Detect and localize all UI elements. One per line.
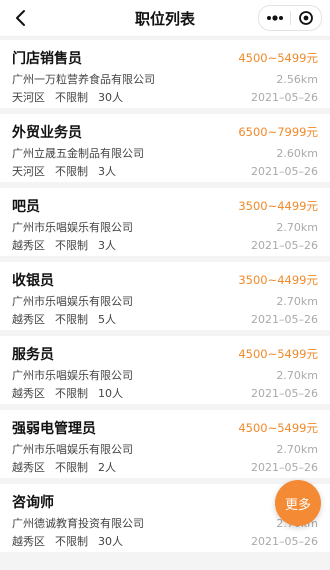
job-meta: 越秀区 不限制 2人 bbox=[12, 459, 126, 475]
job-district: 越秀区 bbox=[12, 313, 45, 326]
job-date: 2021–05–26 bbox=[251, 312, 318, 326]
job-card[interactable]: 外贸业务员 6500~7999元 广州立晟五金制品有限公司 2.60km 天河区… bbox=[0, 114, 330, 182]
company-name: 广州立晟五金制品有限公司 bbox=[12, 147, 144, 160]
job-education: 不限制 bbox=[55, 535, 88, 548]
job-title: 咨询师 bbox=[12, 495, 54, 511]
job-title: 门店销售员 bbox=[12, 51, 82, 67]
job-distance: 2.60km bbox=[276, 146, 318, 160]
job-salary: 3500~4499元 bbox=[238, 199, 318, 213]
company-name: 广州市乐唱娱乐有限公司 bbox=[12, 295, 133, 308]
job-education: 不限制 bbox=[55, 91, 88, 104]
job-salary: 4500~5499元 bbox=[238, 51, 318, 65]
page-title: 职位列表 bbox=[134, 9, 195, 28]
more-dots-icon[interactable] bbox=[259, 6, 290, 30]
job-salary: 4500~5499元 bbox=[238, 347, 318, 361]
job-district: 越秀区 bbox=[12, 461, 45, 474]
job-headcount: 3人 bbox=[98, 165, 116, 178]
job-title: 收银员 bbox=[12, 273, 54, 289]
job-education: 不限制 bbox=[55, 165, 88, 178]
job-list: 门店销售员 4500~5499元 广州一万粒营养食品有限公司 2.56km 天河… bbox=[0, 40, 330, 558]
job-card[interactable]: 服务员 4500~5499元 广州市乐唱娱乐有限公司 2.70km 越秀区 不限制… bbox=[0, 336, 330, 404]
job-date: 2021–05–26 bbox=[251, 164, 318, 178]
job-distance: 2.70km bbox=[276, 294, 318, 308]
job-headcount: 2人 bbox=[98, 461, 116, 474]
job-district: 越秀区 bbox=[12, 239, 45, 252]
job-education: 不限制 bbox=[55, 239, 88, 252]
job-headcount: 3人 bbox=[98, 239, 116, 252]
job-title: 吧员 bbox=[12, 199, 40, 215]
job-salary: 6500~7999元 bbox=[238, 125, 318, 139]
job-education: 不限制 bbox=[55, 461, 88, 474]
job-education: 不限制 bbox=[55, 313, 88, 326]
job-meta: 越秀区 不限制 10人 bbox=[12, 385, 133, 401]
job-district: 越秀区 bbox=[12, 387, 45, 400]
job-date: 2021–05–26 bbox=[251, 238, 318, 252]
job-meta: 越秀区 不限制 30人 bbox=[12, 533, 133, 549]
job-headcount: 5人 bbox=[98, 313, 116, 326]
job-card[interactable]: 门店销售员 4500~5499元 广州一万粒营养食品有限公司 2.56km 天河… bbox=[0, 40, 330, 108]
job-card[interactable]: 强弱电管理员 4500~5499元 广州市乐唱娱乐有限公司 2.70km 越秀区… bbox=[0, 410, 330, 478]
job-meta: 越秀区 不限制 5人 bbox=[12, 311, 126, 327]
job-meta: 天河区 不限制 30人 bbox=[12, 89, 133, 105]
company-name: 广州市乐唱娱乐有限公司 bbox=[12, 369, 133, 382]
job-title: 强弱电管理员 bbox=[12, 421, 96, 437]
job-title: 外贸业务员 bbox=[12, 125, 82, 141]
job-headcount: 30人 bbox=[98, 535, 123, 548]
job-meta: 天河区 不限制 3人 bbox=[12, 163, 126, 179]
miniapp-capsule bbox=[258, 5, 322, 31]
job-district: 越秀区 bbox=[12, 535, 45, 548]
job-headcount: 10人 bbox=[98, 387, 123, 400]
job-salary: 4500~5499元 bbox=[238, 421, 318, 435]
job-education: 不限制 bbox=[55, 387, 88, 400]
circle-target-icon[interactable] bbox=[291, 6, 321, 30]
job-district: 天河区 bbox=[12, 165, 45, 178]
job-date: 2021–05–26 bbox=[251, 90, 318, 104]
job-card[interactable]: 吧员 3500~4499元 广州市乐唱娱乐有限公司 2.70km 越秀区 不限制 3… bbox=[0, 188, 330, 256]
job-card[interactable]: 收银员 3500~4499元 广州市乐唱娱乐有限公司 2.70km 越秀区 不限制… bbox=[0, 262, 330, 330]
chevron-left-icon[interactable] bbox=[10, 7, 32, 29]
job-date: 2021–05–26 bbox=[251, 386, 318, 400]
job-date: 2021–05–26 bbox=[251, 460, 318, 474]
job-headcount: 30人 bbox=[98, 91, 123, 104]
company-name: 广州市乐唱娱乐有限公司 bbox=[12, 443, 133, 456]
navbar: 职位列表 bbox=[0, 0, 330, 37]
job-salary: 3500~4499元 bbox=[238, 273, 318, 287]
job-district: 天河区 bbox=[12, 91, 45, 104]
job-distance: 2.70km bbox=[276, 220, 318, 234]
company-name: 广州市乐唱娱乐有限公司 bbox=[12, 221, 133, 234]
job-distance: 2.70km bbox=[276, 442, 318, 456]
job-meta: 越秀区 不限制 3人 bbox=[12, 237, 126, 253]
job-distance: 2.56km bbox=[276, 72, 318, 86]
job-distance: 2.70km bbox=[276, 368, 318, 382]
job-title: 服务员 bbox=[12, 347, 54, 363]
more-button[interactable]: 更多 bbox=[275, 480, 321, 526]
job-date: 2021–05–26 bbox=[251, 534, 318, 548]
company-name: 广州一万粒营养食品有限公司 bbox=[12, 73, 155, 86]
company-name: 广州德诚教育投资有限公司 bbox=[12, 517, 144, 530]
